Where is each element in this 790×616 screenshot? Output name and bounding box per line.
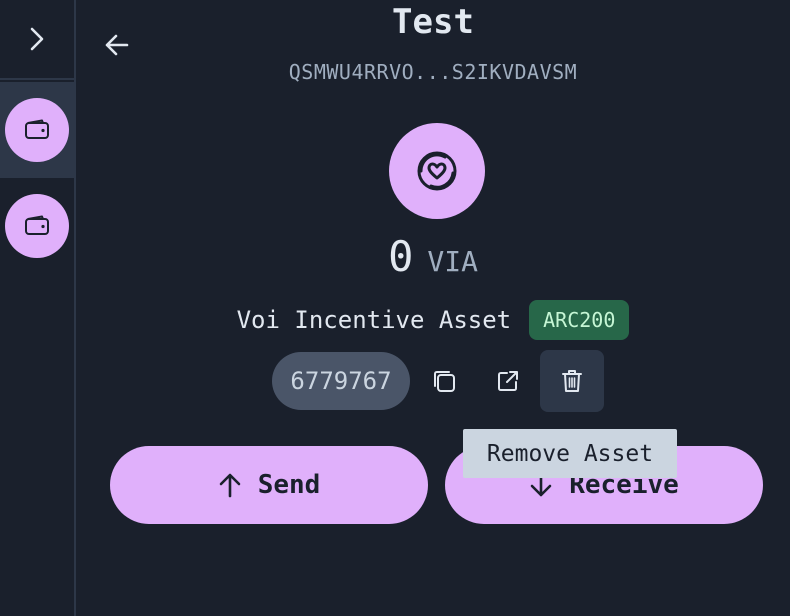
asset-logo [389, 123, 485, 219]
sidebar-account-item[interactable] [0, 82, 74, 178]
sidebar-toggle-button[interactable] [0, 0, 74, 80]
chevron-right-icon [30, 27, 44, 51]
wallet-icon [25, 215, 49, 235]
account-avatar[interactable] [5, 98, 69, 162]
wallet-icon [25, 119, 49, 139]
balance: 0 VIA [76, 232, 790, 281]
trash-icon [562, 370, 582, 392]
send-button-label: Send [257, 470, 321, 500]
voi-logo-icon [417, 151, 457, 191]
arrow-up-icon [219, 473, 240, 498]
asset-standard-badge: ARC200 [529, 300, 630, 340]
sidebar-account-item[interactable] [0, 178, 74, 274]
account-name: Test [392, 2, 474, 42]
asset-name: Voi Incentive Asset [236, 306, 512, 334]
asset-id-row: 6779767 [272, 350, 604, 412]
asset-name-row: Voi Incentive Asset ARC200 [76, 300, 790, 340]
balance-amount: 0 [388, 232, 414, 281]
asset-id: 6779767 [272, 352, 410, 410]
send-button[interactable]: Send [110, 446, 428, 524]
copy-asset-id-button[interactable] [412, 350, 476, 412]
account-address: QSMWU4RRVO...S2IKVDAVSM [288, 60, 578, 84]
asset-detail-page: Test QSMWU4RRVO...S2IKVDAVSM 0 VIA Voi I… [76, 0, 790, 616]
remove-asset-tooltip: Remove Asset [463, 429, 677, 478]
sidebar [0, 0, 76, 616]
copy-icon [434, 371, 455, 392]
account-avatar[interactable] [5, 194, 69, 258]
open-explorer-button[interactable] [476, 350, 540, 412]
remove-asset-button[interactable] [540, 350, 604, 412]
balance-unit: VIA [427, 245, 478, 278]
external-link-icon [498, 371, 518, 391]
